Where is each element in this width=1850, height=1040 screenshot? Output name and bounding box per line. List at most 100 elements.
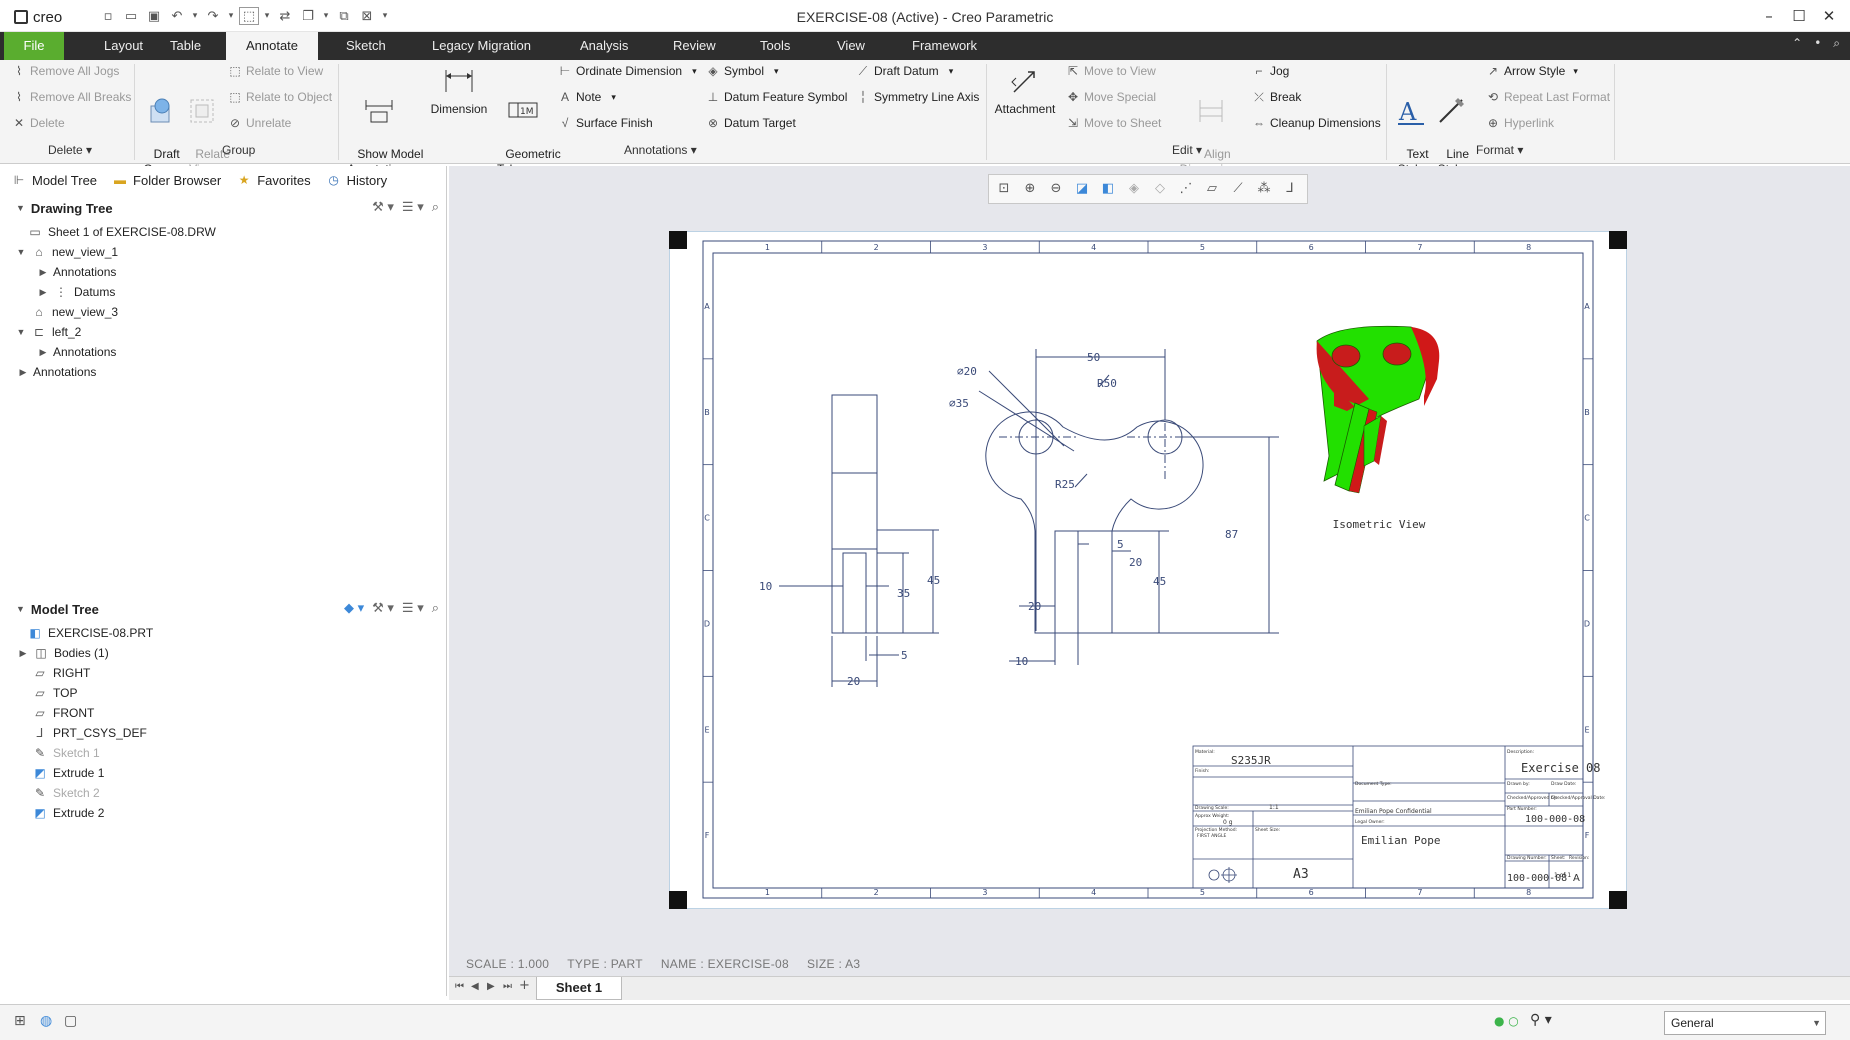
legal-owner-value[interactable]: Emilian Pope — [1361, 834, 1440, 847]
point-display-icon[interactable]: ⁂ — [1253, 178, 1275, 200]
browser-toggle-icon[interactable]: ◍ — [40, 1013, 52, 1029]
edit-group-label[interactable]: Edit ▾ — [1172, 143, 1202, 157]
delete-button[interactable]: ✕ Delete — [12, 116, 65, 130]
axis-display-icon[interactable]: ⟋ — [1227, 178, 1249, 200]
move-special-button[interactable]: ✥ Move Special — [1066, 90, 1156, 104]
zoom-out-icon[interactable]: ⊖ — [1045, 178, 1067, 200]
tree-filter-icon[interactable]: ☰ ▾ — [402, 199, 424, 215]
dim-text[interactable]: 10 — [759, 580, 772, 593]
show-icon[interactable]: ◆ ▾ — [344, 600, 364, 616]
dim-text[interactable]: 5 — [1117, 538, 1124, 551]
full-screen-icon[interactable]: ▢ — [64, 1013, 77, 1029]
collapse-icon[interactable]: ▼ — [16, 604, 25, 614]
relate-to-view-button[interactable]: ⬚ Relate to View — [228, 64, 323, 78]
dim-text[interactable]: 50 — [1087, 351, 1100, 364]
draft-datum-button[interactable]: ⟋ Draft Datum ▾ — [856, 64, 953, 78]
model-tree-header[interactable]: ▼ Model Tree ◆ ▾ ⚒ ▾ ☰ ▾ ⌕ — [4, 597, 447, 621]
remove-all-jogs-button[interactable]: ⌇ Remove All Jogs — [12, 64, 119, 78]
expand-icon[interactable]: ▶ — [18, 648, 28, 659]
datum-feature-symbol-button[interactable]: ⊥ Datum Feature Symbol — [706, 90, 848, 104]
tree-filter-icon[interactable]: ☰ ▾ — [402, 600, 424, 616]
tree-item-extrude[interactable]: ◩ Extrude 2 — [32, 803, 104, 823]
tree-item-annotations[interactable]: ▶ Annotations — [18, 362, 97, 382]
tab-review[interactable]: Review — [663, 32, 726, 60]
regeneration-status-icon[interactable]: ● ○ — [1494, 1014, 1519, 1028]
remove-all-breaks-button[interactable]: ⌇ Remove All Breaks — [12, 90, 131, 104]
dim-text[interactable]: 20 — [1129, 556, 1142, 569]
note-button[interactable]: A Note ▾ — [558, 90, 616, 104]
first-sheet-icon[interactable]: ⏮ — [455, 981, 464, 992]
tab-view[interactable]: View — [827, 32, 875, 60]
tree-item-view[interactable]: ▼ ⊏ left_2 — [16, 322, 82, 342]
dim-text[interactable]: 45 — [927, 574, 940, 587]
repaint-icon[interactable]: ◪ — [1071, 178, 1093, 200]
tab-layout[interactable]: Layout — [94, 32, 153, 60]
tab-tools[interactable]: Tools — [750, 32, 800, 60]
dim-text[interactable]: R25 — [1055, 478, 1075, 491]
tab-folder-browser[interactable]: ▬ Folder Browser — [105, 166, 229, 194]
tab-annotate[interactable]: Annotate — [226, 32, 318, 60]
expand-icon[interactable]: ▶ — [38, 347, 48, 358]
material-value[interactable]: S235JR — [1231, 754, 1271, 767]
attachment-button[interactable]: Attachment — [992, 64, 1058, 117]
zoom-in-icon[interactable]: ⊕ — [1019, 178, 1041, 200]
expand-icon[interactable]: ▶ — [38, 267, 48, 278]
tree-search-icon[interactable]: ⌕ — [432, 600, 439, 616]
dim-text[interactable]: ⌀20 — [957, 365, 977, 378]
selection-filter[interactable]: General ▼ — [1664, 1011, 1826, 1035]
csys-display-icon[interactable]: ⅃ — [1279, 178, 1301, 200]
tree-item-part[interactable]: ◧ EXERCISE-08.PRT — [12, 623, 153, 643]
format-group-label[interactable]: Format ▾ — [1476, 143, 1523, 157]
close-icon[interactable]: ✕ — [1816, 4, 1842, 28]
symmetry-line-axis-button[interactable]: ╎ Symmetry Line Axis — [856, 90, 979, 104]
tree-item-sheet[interactable]: ▭ Sheet 1 of EXERCISE-08.DRW — [12, 222, 216, 242]
break-button[interactable]: ⤫ Break — [1252, 90, 1301, 104]
cleanup-dimensions-button[interactable]: ⇔ Cleanup Dimensions — [1252, 116, 1381, 130]
relate-to-object-button[interactable]: ⬚ Relate to Object — [228, 90, 332, 104]
part-number-value[interactable]: 100-000-08 — [1525, 814, 1585, 825]
prev-sheet-icon[interactable]: ◀ — [471, 981, 479, 992]
dim-text[interactable]: 5 — [901, 649, 908, 662]
collapse-icon[interactable]: ▼ — [16, 247, 26, 257]
delete-group-label[interactable]: Delete ▾ — [48, 143, 92, 157]
tree-item-bodies[interactable]: ▶ ◫ Bodies (1) — [18, 643, 109, 663]
refit-icon[interactable]: ⊡ — [993, 178, 1015, 200]
weight-value[interactable]: 0 g — [1223, 819, 1233, 826]
drawing-sheet[interactable]: 1122334455667788A AB BC CD DE EF F 10 35… — [669, 231, 1627, 909]
tree-item-csys[interactable]: ⅃ PRT_CSYS_DEF — [32, 723, 147, 743]
tab-analysis[interactable]: Analysis — [570, 32, 638, 60]
display-style-icon[interactable]: ◧ — [1097, 178, 1119, 200]
tab-file[interactable]: File — [4, 32, 64, 60]
dim-text[interactable]: ⌀35 — [949, 397, 969, 410]
plane-display-icon[interactable]: ▱ — [1201, 178, 1223, 200]
tree-item-plane[interactable]: ▱ FRONT — [32, 703, 94, 723]
sheet-tab[interactable]: Sheet 1 — [536, 977, 622, 1000]
drawing-tree-header[interactable]: ▼ Drawing Tree ⚒ ▾ ☰ ▾ ⌕ — [4, 196, 447, 220]
dim-text[interactable]: R50 — [1097, 377, 1117, 390]
maximize-icon[interactable]: ☐ — [1786, 4, 1812, 28]
tab-legacy-migration[interactable]: Legacy Migration — [422, 32, 541, 60]
tree-item-view[interactable]: ⌂ new_view_3 — [31, 302, 118, 322]
dim-text[interactable]: 20 — [847, 675, 860, 688]
ordinate-dimension-button[interactable]: ⊢ Ordinate Dimension ▾ — [558, 64, 697, 78]
symbol-button[interactable]: ◈ Symbol ▾ — [706, 64, 778, 78]
tree-item-sketch[interactable]: ✎ Sketch 2 — [32, 783, 100, 803]
tree-settings-icon[interactable]: ⚒ ▾ — [372, 199, 394, 215]
tree-item-view[interactable]: ▼ ⌂ new_view_1 — [16, 242, 119, 262]
tree-item-annotations[interactable]: ▶ Annotations — [38, 262, 117, 282]
add-sheet-icon[interactable]: + — [519, 978, 530, 993]
unrelate-button[interactable]: ⊘ Unrelate — [228, 116, 291, 130]
dimension-button[interactable]: Dimension — [428, 64, 490, 117]
sheet-size-value[interactable]: A3 — [1293, 867, 1309, 882]
dim-text[interactable]: 20 — [1028, 600, 1041, 613]
find-icon[interactable]: ⚲ ▾ — [1530, 1012, 1552, 1028]
sheet-value[interactable]: 1 of 1 — [1554, 872, 1571, 879]
tree-item-plane[interactable]: ▱ RIGHT — [32, 663, 90, 683]
tab-history[interactable]: ◷ History — [319, 166, 395, 194]
datum-display-icon[interactable]: ⋰ — [1175, 178, 1197, 200]
collapse-icon[interactable]: ▼ — [16, 203, 25, 213]
surface-finish-button[interactable]: √ Surface Finish — [558, 116, 653, 130]
view-manager-icon[interactable]: ◇ — [1149, 178, 1171, 200]
hyperlink-button[interactable]: ⊕ Hyperlink — [1486, 116, 1554, 130]
minimize-icon[interactable]: – — [1756, 4, 1782, 28]
